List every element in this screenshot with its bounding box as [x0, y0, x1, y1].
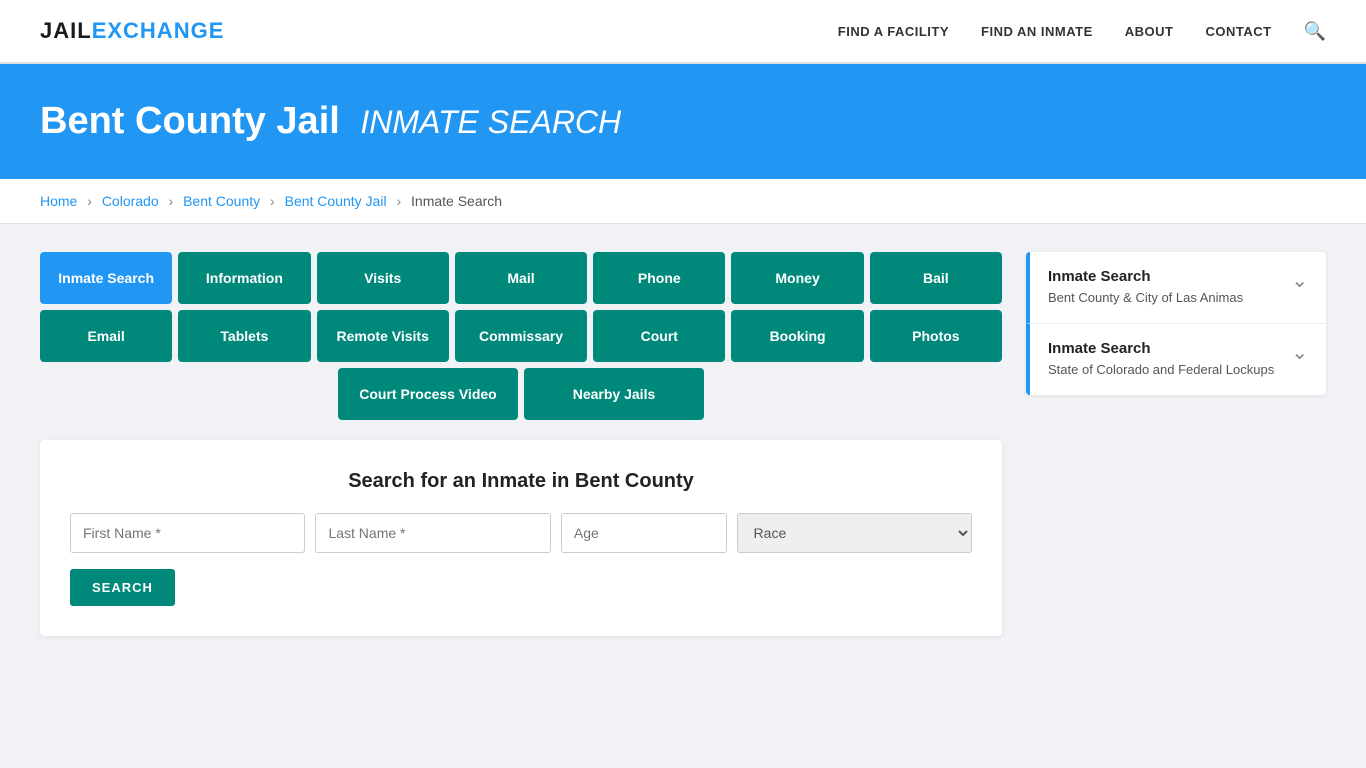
nav-about[interactable]: ABOUT [1125, 24, 1174, 39]
btn-visits[interactable]: Visits [317, 252, 449, 304]
search-fields: Race White Black Hispanic Asian Native A… [70, 513, 972, 553]
btn-mail[interactable]: Mail [455, 252, 587, 304]
left-column: Inmate Search Information Visits Mail Ph… [40, 252, 1002, 636]
btn-email[interactable]: Email [40, 310, 172, 362]
sidebar-title-colorado: Inmate Search [1048, 340, 1274, 357]
nav-links: FIND A FACILITY FIND AN INMATE ABOUT CON… [838, 21, 1326, 42]
breadcrumb-jail[interactable]: Bent County Jail [285, 193, 387, 209]
btn-tablets[interactable]: Tablets [178, 310, 310, 362]
btn-court[interactable]: Court [593, 310, 725, 362]
search-title: Search for an Inmate in Bent County [70, 470, 972, 493]
breadcrumb: Home › Colorado › Bent County › Bent Cou… [0, 179, 1366, 224]
breadcrumb-sep2: › [169, 193, 174, 209]
search-section: Search for an Inmate in Bent County Race… [40, 440, 1002, 636]
title-bold: Bent County Jail [40, 100, 340, 142]
btn-inmate-search[interactable]: Inmate Search [40, 252, 172, 304]
breadcrumb-sep3: › [270, 193, 275, 209]
btn-commissary[interactable]: Commissary [455, 310, 587, 362]
btn-money[interactable]: Money [731, 252, 863, 304]
race-select[interactable]: Race White Black Hispanic Asian Native A… [737, 513, 972, 553]
breadcrumb-current: Inmate Search [411, 193, 502, 209]
main-container: Inmate Search Information Visits Mail Ph… [0, 224, 1366, 664]
sidebar-item-bent-county[interactable]: Inmate Search Bent County & City of Las … [1026, 252, 1326, 324]
sidebar-card: Inmate Search Bent County & City of Las … [1026, 252, 1326, 395]
nav-find-inmate[interactable]: FIND AN INMATE [981, 24, 1093, 39]
nav-button-row1: Inmate Search Information Visits Mail Ph… [40, 252, 1002, 304]
last-name-input[interactable] [315, 513, 550, 553]
navbar: JAILEXCHANGE FIND A FACILITY FIND AN INM… [0, 0, 1366, 64]
nav-button-row3: Court Process Video Nearby Jails [40, 368, 1002, 420]
page-title: Bent County Jail INMATE SEARCH [40, 100, 1326, 143]
breadcrumb-bent-county[interactable]: Bent County [183, 193, 260, 209]
chevron-down-icon-2: ⌄ [1291, 340, 1308, 365]
btn-information[interactable]: Information [178, 252, 310, 304]
hero-banner: Bent County Jail INMATE SEARCH [0, 64, 1366, 179]
btn-nearby-jails[interactable]: Nearby Jails [524, 368, 704, 420]
btn-bail[interactable]: Bail [870, 252, 1002, 304]
btn-photos[interactable]: Photos [870, 310, 1002, 362]
search-button[interactable]: SEARCH [70, 569, 175, 606]
site-logo[interactable]: JAILEXCHANGE [40, 18, 224, 44]
btn-remote-visits[interactable]: Remote Visits [317, 310, 449, 362]
sidebar-text-bent-county: Inmate Search Bent County & City of Las … [1048, 268, 1243, 307]
nav-contact[interactable]: CONTACT [1205, 24, 1271, 39]
breadcrumb-sep1: › [87, 193, 92, 209]
sidebar-item-colorado[interactable]: Inmate Search State of Colorado and Fede… [1026, 324, 1326, 395]
breadcrumb-sep4: › [396, 193, 401, 209]
sidebar-subtitle-colorado: State of Colorado and Federal Lockups [1048, 361, 1274, 379]
btn-phone[interactable]: Phone [593, 252, 725, 304]
nav-find-facility[interactable]: FIND A FACILITY [838, 24, 949, 39]
btn-court-process-video[interactable]: Court Process Video [338, 368, 518, 420]
logo-part1: JAIL [40, 18, 92, 43]
right-column: Inmate Search Bent County & City of Las … [1026, 252, 1326, 636]
logo-part2: EXCHANGE [92, 18, 225, 43]
breadcrumb-colorado[interactable]: Colorado [102, 193, 159, 209]
title-italic: INMATE SEARCH [360, 104, 621, 140]
sidebar-subtitle-bent-county: Bent County & City of Las Animas [1048, 289, 1243, 307]
nav-button-row2: Email Tablets Remote Visits Commissary C… [40, 310, 1002, 362]
first-name-input[interactable] [70, 513, 305, 553]
breadcrumb-home[interactable]: Home [40, 193, 77, 209]
search-icon-button[interactable]: 🔍 [1304, 21, 1326, 42]
chevron-down-icon: ⌄ [1291, 268, 1308, 293]
age-input[interactable] [561, 513, 727, 553]
sidebar-title-bent-county: Inmate Search [1048, 268, 1243, 285]
sidebar-text-colorado: Inmate Search State of Colorado and Fede… [1048, 340, 1274, 379]
btn-booking[interactable]: Booking [731, 310, 863, 362]
